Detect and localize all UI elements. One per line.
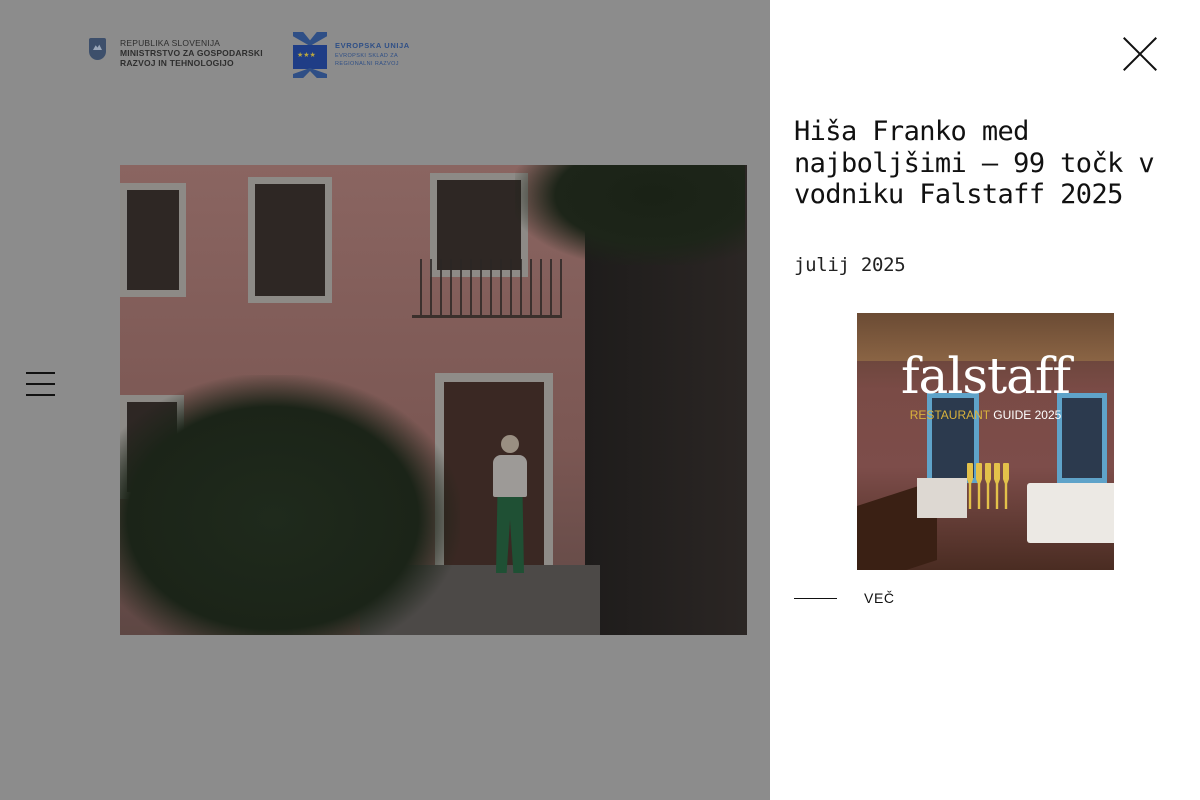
restaurant-guide-label: RESTAURANT GUIDE 2025	[857, 408, 1114, 422]
article-date: julij 2025	[794, 254, 906, 276]
ministry-line-3: RAZVOJ IN TEHNOLOGIJO	[120, 58, 234, 68]
news-panel: Hiša Franko med najboljšimi – 99 točk v …	[770, 0, 1200, 800]
eu-flag-icon	[293, 32, 327, 78]
background-page: REPUBLIKA SLOVENIJA MINISTRSTVO ZA GOSPO…	[0, 0, 770, 800]
ministry-line-2: MINISTRSTVO ZA GOSPODARSKI	[120, 48, 263, 58]
article-thumbnail[interactable]: falstaff RESTAURANT GUIDE 2025	[857, 313, 1114, 570]
read-more-line	[794, 597, 837, 599]
hero-photo	[120, 165, 747, 635]
guide-label-part-1: RESTAURANT	[909, 408, 990, 422]
forks-rating-icon	[967, 463, 1009, 509]
ministry-logo-text: REPUBLIKA SLOVENIJA MINISTRSTVO ZA GOSPO…	[120, 38, 263, 68]
ministry-logo[interactable]: REPUBLIKA SLOVENIJA MINISTRSTVO ZA GOSPO…	[89, 38, 263, 68]
eu-fund-logo[interactable]: EVROPSKA UNIJA EVROPSKI SKLAD ZA REGIONA…	[293, 32, 410, 78]
eu-line-2: EVROPSKI SKLAD ZA	[335, 53, 399, 59]
read-more-label: VEČ	[864, 590, 895, 606]
slovenia-coat-of-arms-icon	[89, 38, 106, 60]
falstaff-logo-text: falstaff	[901, 347, 1071, 405]
guide-label-part-2: GUIDE 2025	[993, 408, 1062, 422]
eu-line-3: REGIONALNI RAZVOJ	[335, 61, 399, 67]
eu-logo-text: EVROPSKA UNIJA EVROPSKI SKLAD ZA REGIONA…	[335, 42, 410, 68]
read-more-link[interactable]: VEČ	[794, 590, 895, 606]
eu-line-1: EVROPSKA UNIJA	[335, 41, 410, 50]
hamburger-menu-icon[interactable]	[26, 372, 55, 396]
article-title[interactable]: Hiša Franko med najboljšimi – 99 točk v …	[794, 116, 1164, 211]
ministry-line-1: REPUBLIKA SLOVENIJA	[120, 38, 221, 48]
close-icon[interactable]	[1123, 37, 1157, 71]
